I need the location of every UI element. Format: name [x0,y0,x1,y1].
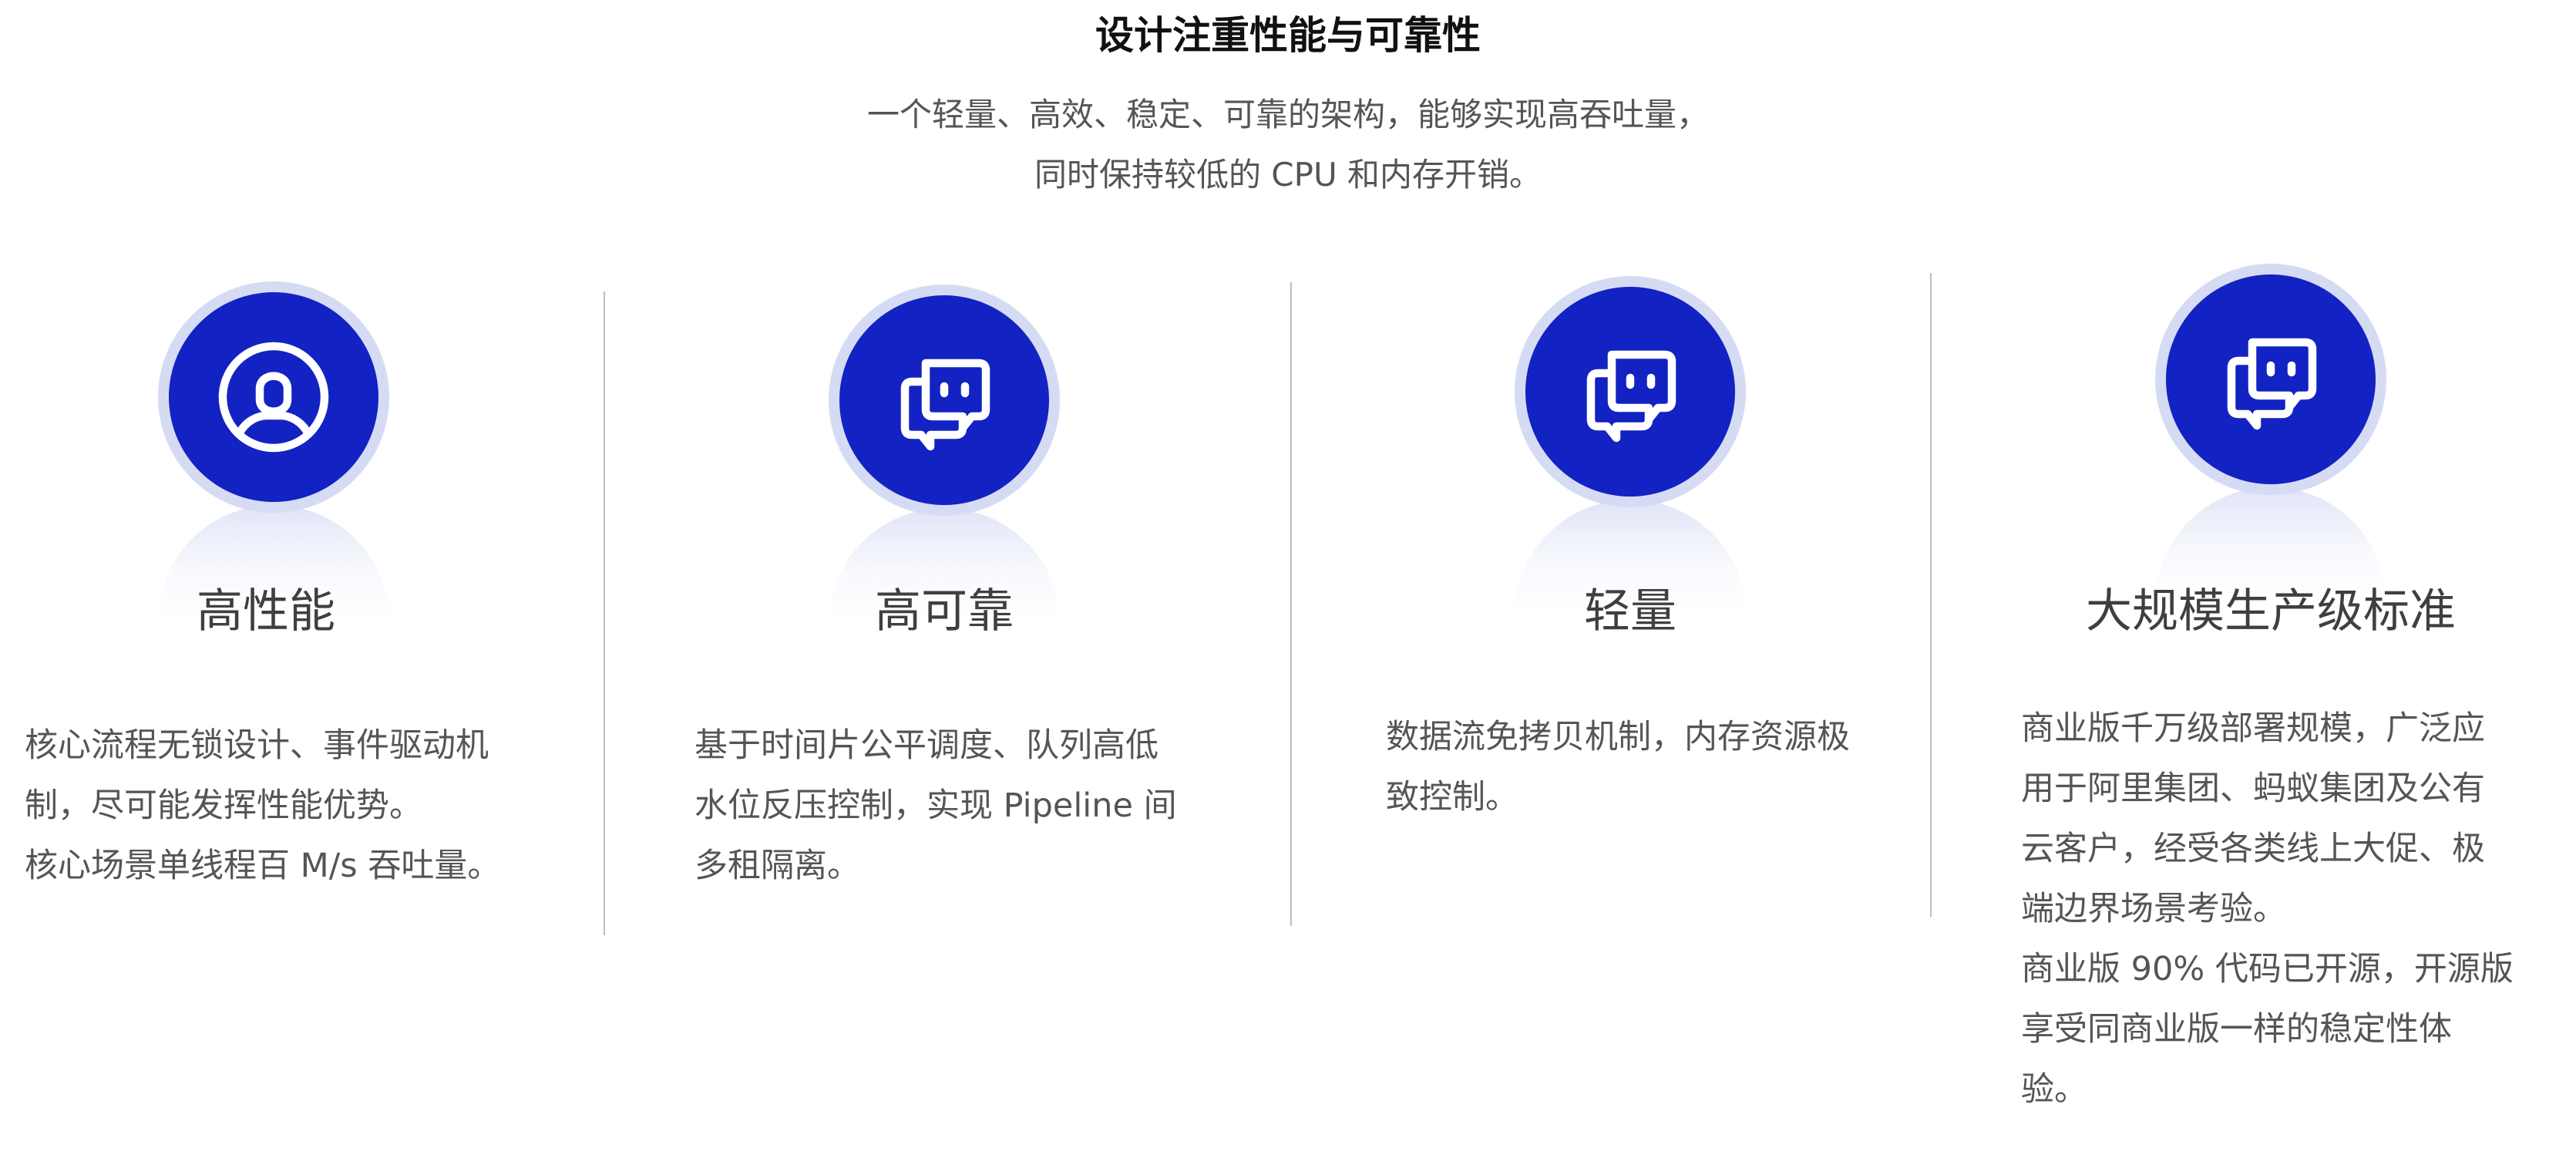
description-line: 致控制。 [1386,778,1518,817]
feature-icon-badge [1515,276,1746,507]
description-line: 制，尽可能发挥性能优势。 [25,786,422,825]
description-line: 核心场景单线程百 M/s 吞吐量。 [25,847,501,885]
description-line: 商业版 90% 代码已开源，开源版 [2021,950,2514,988]
feature-card-lightweight: 轻量 数据流免拷贝机制，内存资源极 致控制。 [1292,0,1930,1155]
feature-description: 基于时间片公平调度、队列高低 水位反压控制，实现 Pipeline 间 多租隔离… [694,716,1203,896]
description-line: 享受同商业版一样的稳定性体 [2021,1010,2452,1049]
chat-bubbles-icon [2227,338,2317,430]
feature-icon-badge [2155,264,2386,495]
feature-description: 数据流免拷贝机制，内存资源极 致控制。 [1386,707,1895,827]
feature-icon-badge [829,285,1060,516]
description-line: 用于阿里集团、蚂蚁集团及公有 [2021,769,2485,808]
description-line: 基于时间片公平调度、队列高低 [694,726,1159,765]
feature-card-high-performance: 高性能 核心流程无锁设计、事件驱动机 制，尽可能发挥性能优势。 核心场景单线程百… [0,0,604,1155]
user-icon [218,342,329,453]
description-line: 端边界场景考验。 [2021,890,2286,928]
feature-description: 商业版千万级部署规模，广泛应 用于阿里集团、蚂蚁集团及公有 云客户，经受各类线上… [2021,699,2530,1120]
feature-title: 高性能 [197,584,335,638]
chat-bubbles-icon [1586,350,1676,443]
description-line: 数据流免拷贝机制，内存资源极 [1386,718,1850,756]
feature-card-production-grade: 大规模生产级标准 商业版千万级部署规模，广泛应 用于阿里集团、蚂蚁集团及公有 云… [1932,0,2576,1155]
description-line: 水位反压控制，实现 Pipeline 间 [694,786,1177,825]
feature-title: 轻量 [1584,584,1676,638]
feature-card-high-reliability: 高可靠 基于时间片公平调度、队列高低 水位反压控制，实现 Pipeline 间 … [605,0,1290,1155]
feature-icon-badge [158,281,389,513]
description-line: 核心流程无锁设计、事件驱动机 [25,726,489,765]
feature-description: 核心流程无锁设计、事件驱动机 制，尽可能发挥性能优势。 核心场景单线程百 M/s… [25,716,533,896]
description-line: 商业版千万级部署规模，广泛应 [2021,709,2485,748]
feature-title: 高可靠 [875,584,1014,638]
description-line: 云客户，经受各类线上大促、极 [2021,830,2485,868]
description-line: 多租隔离。 [694,847,860,885]
feature-title: 大规模生产级标准 [2086,584,2456,638]
description-line: 验。 [2021,1070,2087,1109]
chat-bubbles-icon [900,359,990,451]
